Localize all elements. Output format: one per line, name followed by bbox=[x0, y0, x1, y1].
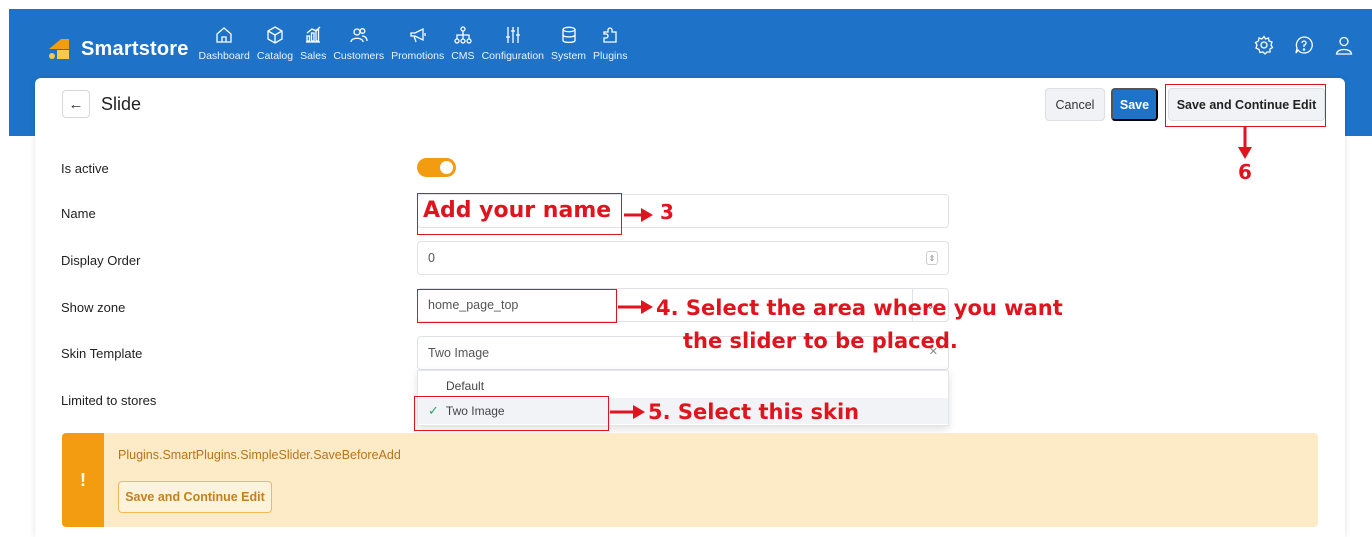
nav-configuration[interactable]: Configuration bbox=[478, 23, 547, 71]
sitemap-icon bbox=[454, 23, 472, 47]
nav-sales[interactable]: Sales bbox=[297, 23, 330, 71]
limited-to-stores-label: Limited to stores bbox=[61, 393, 157, 408]
is-active-label: Is active bbox=[61, 161, 109, 176]
alert-save-continue-button[interactable]: Save and Continue Edit bbox=[118, 481, 272, 513]
display-order-input[interactable]: 0 ⇕ bbox=[417, 241, 949, 275]
home-icon bbox=[215, 23, 233, 47]
user-icon[interactable] bbox=[1334, 35, 1354, 60]
page: Smartstore Dashboard Catalog Sales Custo… bbox=[0, 0, 1372, 537]
warning-alert: ! Plugins.SmartPlugins.SimpleSlider.Save… bbox=[62, 433, 1318, 527]
display-order-label: Display Order bbox=[61, 253, 141, 268]
skin-template-value: Two Image bbox=[428, 346, 490, 360]
annotation-step6: 6 bbox=[1238, 160, 1252, 184]
name-label: Name bbox=[61, 206, 96, 221]
annotation-arrow-right bbox=[610, 405, 645, 419]
smartstore-logo-icon bbox=[47, 37, 73, 61]
main-nav: Dashboard Catalog Sales Customers Promot… bbox=[195, 23, 631, 71]
nav-system[interactable]: System bbox=[548, 23, 590, 71]
annotation-box-two-image bbox=[414, 396, 609, 431]
nav-catalog[interactable]: Catalog bbox=[253, 23, 296, 71]
alert-message: Plugins.SmartPlugins.SimpleSlider.SaveBe… bbox=[118, 448, 401, 462]
database-icon bbox=[560, 23, 578, 47]
annotation-box-show-zone bbox=[417, 289, 617, 323]
chart-icon bbox=[304, 23, 322, 47]
puzzle-icon bbox=[601, 23, 619, 47]
sliders-icon bbox=[504, 23, 522, 47]
nav-promotions[interactable]: Promotions bbox=[388, 23, 448, 71]
help-icon[interactable] bbox=[1294, 35, 1314, 60]
brand-name: Smartstore bbox=[81, 37, 189, 60]
nav-dashboard[interactable]: Dashboard bbox=[195, 23, 253, 71]
megaphone-icon bbox=[409, 23, 427, 47]
cancel-button[interactable]: Cancel bbox=[1045, 88, 1105, 121]
annotation-arrow-down bbox=[1238, 127, 1252, 159]
display-order-value: 0 bbox=[428, 251, 435, 265]
annotation-step4-line1: 4. Select the area where you want bbox=[656, 296, 1063, 320]
annotation-arrow-right bbox=[618, 300, 653, 314]
arrow-left-icon: ← bbox=[68, 95, 84, 113]
settings-gear-icon[interactable] bbox=[1254, 35, 1274, 60]
annotation-name-note: Add your name bbox=[423, 198, 612, 223]
show-zone-label: Show zone bbox=[61, 300, 126, 315]
exclamation-icon: ! bbox=[62, 433, 104, 527]
header-actions bbox=[1254, 35, 1354, 60]
annotation-box-save-continue bbox=[1165, 84, 1326, 127]
brand-logo[interactable]: Smartstore bbox=[47, 35, 189, 63]
annotation-step5: 5. Select this skin bbox=[648, 400, 860, 424]
annotation-arrow-right bbox=[624, 208, 653, 222]
annotation-step3: 3 bbox=[660, 200, 674, 224]
skin-template-label: Skin Template bbox=[61, 346, 143, 361]
save-button[interactable]: Save bbox=[1111, 88, 1158, 121]
is-active-toggle[interactable] bbox=[417, 158, 456, 177]
users-icon bbox=[350, 23, 368, 47]
box-icon bbox=[266, 23, 284, 47]
nav-customers[interactable]: Customers bbox=[330, 23, 388, 71]
annotation-step4-line2: the slider to be placed. bbox=[683, 329, 958, 353]
number-spinner-icon[interactable]: ⇕ bbox=[926, 251, 938, 265]
nav-plugins[interactable]: Plugins bbox=[590, 23, 631, 71]
back-button[interactable]: ← bbox=[62, 90, 90, 118]
page-title: Slide bbox=[101, 94, 142, 114]
nav-cms[interactable]: CMS bbox=[448, 23, 478, 71]
